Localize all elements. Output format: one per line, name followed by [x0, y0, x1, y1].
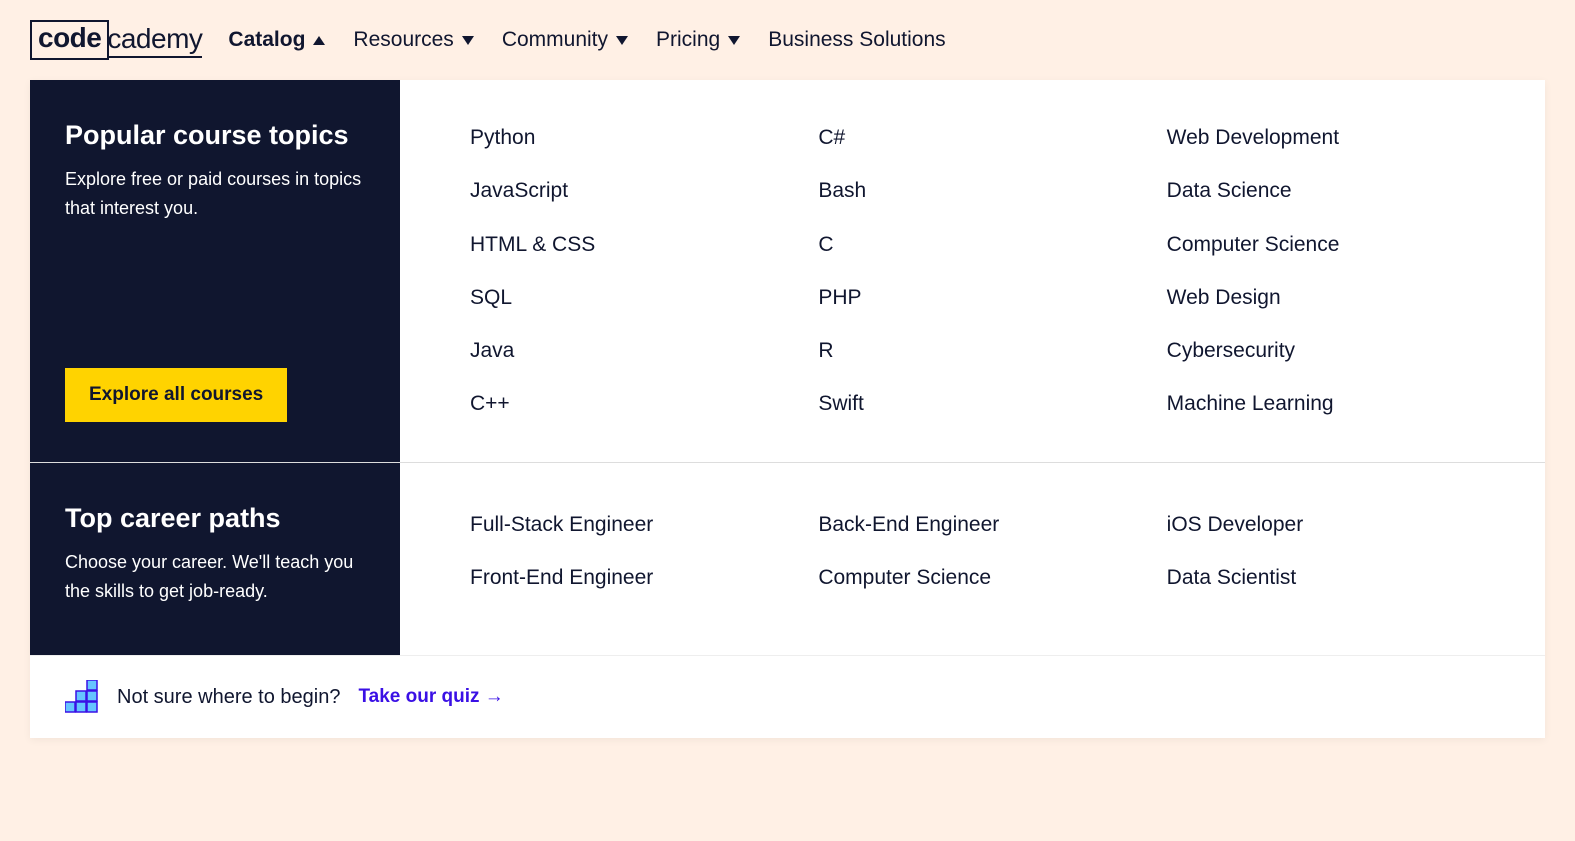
popular-topics-sidebar: Popular course topics Explore free or pa…: [30, 80, 400, 462]
career-path-link[interactable]: Full-Stack Engineer: [470, 511, 808, 538]
nav-item-resources[interactable]: Resources: [353, 28, 473, 52]
career-path-link[interactable]: Computer Science: [818, 564, 1156, 591]
logo-text: cademy: [107, 23, 202, 58]
topic-link[interactable]: Swift: [818, 390, 1156, 417]
chevron-down-icon: [462, 36, 474, 45]
main-nav: Catalog Resources Community Pricing Business…: [228, 28, 945, 52]
career-path-link[interactable]: iOS Developer: [1167, 511, 1505, 538]
topic-link[interactable]: Bash: [818, 177, 1156, 204]
header: codecademy Catalog Resources Community Pric…: [0, 0, 1575, 80]
nav-item-pricing[interactable]: Pricing: [656, 28, 740, 52]
topic-link[interactable]: PHP: [818, 284, 1156, 311]
quiz-bar: Not sure where to begin? Take our quiz →: [30, 655, 1545, 738]
topic-link[interactable]: C++: [470, 390, 808, 417]
topic-link[interactable]: Java: [470, 337, 808, 364]
popular-topics-grid: Python C# Web Development JavaScript Bash Dat…: [400, 80, 1545, 462]
career-path-link[interactable]: Data Scientist: [1167, 564, 1505, 591]
career-paths-sidebar: Top career paths Choose your career. We'…: [30, 463, 400, 656]
topic-link[interactable]: Python: [470, 124, 808, 151]
explore-all-courses-button[interactable]: Explore all courses: [65, 368, 287, 422]
career-path-link[interactable]: Back-End Engineer: [818, 511, 1156, 538]
chevron-down-icon: [728, 36, 740, 45]
topic-link[interactable]: Cybersecurity: [1167, 337, 1505, 364]
topic-link[interactable]: C: [818, 231, 1156, 258]
career-paths-desc: Choose your career. We'll teach you the …: [65, 548, 365, 606]
nav-item-label: Resources: [353, 28, 453, 52]
nav-item-label: Business Solutions: [768, 28, 945, 52]
popular-topics-section: Popular course topics Explore free or pa…: [30, 80, 1545, 462]
career-paths-grid: Full-Stack Engineer Back-End Engineer iOS …: [400, 463, 1545, 656]
topic-link[interactable]: Computer Science: [1167, 231, 1505, 258]
nav-item-catalog[interactable]: Catalog: [228, 28, 325, 52]
career-path-link[interactable]: Front-End Engineer: [470, 564, 808, 591]
nav-item-community[interactable]: Community: [502, 28, 628, 52]
topic-link[interactable]: JavaScript: [470, 177, 808, 204]
chevron-up-icon: [313, 36, 325, 45]
quiz-blocks-icon: [65, 680, 99, 714]
popular-topics-desc: Explore free or paid courses in topics t…: [65, 165, 365, 223]
nav-item-label: Catalog: [228, 28, 305, 52]
topic-link[interactable]: Data Science: [1167, 177, 1505, 204]
popular-topics-title: Popular course topics: [65, 120, 365, 151]
nav-item-business-solutions[interactable]: Business Solutions: [768, 28, 945, 52]
topic-link[interactable]: SQL: [470, 284, 808, 311]
topic-link[interactable]: HTML & CSS: [470, 231, 808, 258]
career-paths-section: Top career paths Choose your career. We'…: [30, 463, 1545, 656]
logo[interactable]: codecademy: [30, 20, 202, 60]
nav-item-label: Community: [502, 28, 608, 52]
topic-link[interactable]: Web Design: [1167, 284, 1505, 311]
logo-box: code: [30, 20, 109, 60]
catalog-mega-menu: Popular course topics Explore free or pa…: [30, 80, 1545, 738]
topic-link[interactable]: Web Development: [1167, 124, 1505, 151]
quiz-prompt-text: Not sure where to begin?: [117, 686, 340, 709]
take-quiz-link[interactable]: Take our quiz →: [358, 686, 503, 708]
topic-link[interactable]: R: [818, 337, 1156, 364]
chevron-down-icon: [616, 36, 628, 45]
topic-link[interactable]: C#: [818, 124, 1156, 151]
topic-link[interactable]: Machine Learning: [1167, 390, 1505, 417]
nav-item-label: Pricing: [656, 28, 720, 52]
career-paths-title: Top career paths: [65, 503, 365, 534]
